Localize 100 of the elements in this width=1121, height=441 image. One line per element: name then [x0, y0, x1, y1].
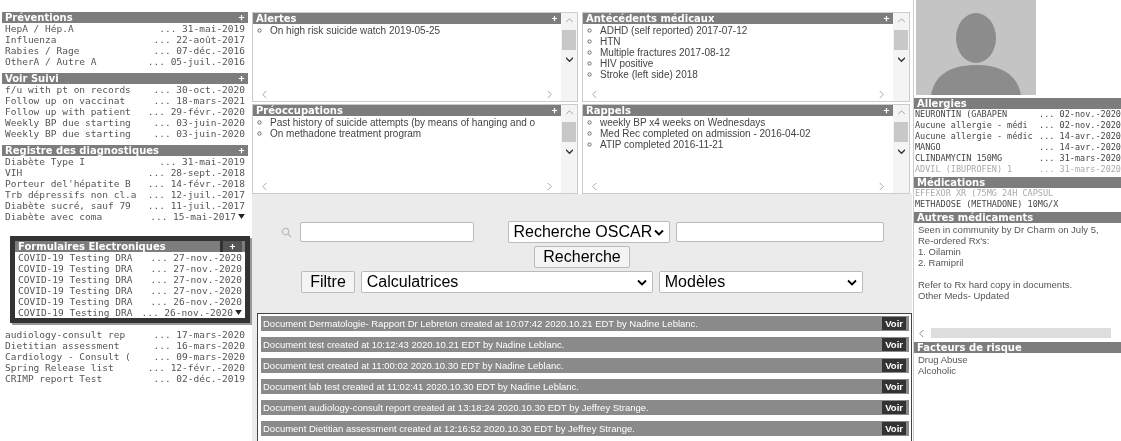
search-button[interactable]: Recherche [534, 246, 630, 268]
allergy-item[interactable]: NEURONTIN (GABAPEN [915, 109, 1040, 120]
scroll-thumb[interactable] [562, 122, 576, 142]
chevron-down-icon [636, 278, 647, 286]
list-item-link[interactable]: audiology-consult rep [5, 329, 154, 340]
scroll-thumb[interactable] [931, 328, 1111, 338]
scroll-right-icon[interactable] [546, 182, 553, 190]
bullet-icon [587, 50, 592, 55]
bullet-icon [587, 28, 592, 33]
list-item-link[interactable]: VIH [5, 167, 148, 178]
list-item-link[interactable]: COVID-19 Testing DRA [18, 285, 151, 296]
vertical-scrollbar[interactable] [893, 13, 909, 101]
list-item-link[interactable]: Spring Release list [5, 362, 148, 373]
item-date: ... 29-févr.-2020 [147, 106, 245, 117]
scroll-right-icon[interactable] [878, 182, 885, 190]
bullet-icon [257, 120, 262, 125]
list-item-link[interactable]: Cardiology - Consult ( [5, 351, 154, 362]
item-date: ... 27-nov.-2020 [150, 252, 242, 263]
list-item-link[interactable]: COVID-19 Testing DRA [18, 263, 151, 274]
templates-dropdown[interactable]: Modèles [658, 271, 863, 293]
filter-button[interactable]: Filtre [301, 271, 355, 293]
vertical-scrollbar[interactable] [893, 105, 909, 193]
search-term-field[interactable] [675, 222, 884, 242]
scroll-up-icon[interactable] [897, 109, 905, 116]
list-item-link[interactable]: Influenza [5, 34, 154, 45]
vertical-scrollbar[interactable] [561, 105, 577, 193]
scroll-up-icon[interactable] [565, 17, 573, 24]
list-item-link[interactable]: OtherA / Autre A [5, 56, 148, 67]
calculators-dropdown[interactable]: Calculatrices [360, 271, 653, 293]
list-item: HTN [600, 36, 621, 47]
scroll-left-icon[interactable] [918, 329, 925, 337]
allergy-item[interactable]: MANGO [915, 142, 1040, 153]
item-date: ... 31-mai-2019 [159, 156, 245, 167]
scroll-left-icon[interactable] [261, 182, 268, 190]
section-title: Formulaires Electroniques [18, 241, 166, 252]
list-item-link[interactable]: CRIMP report Test [5, 373, 154, 384]
vertical-scrollbar[interactable] [561, 13, 577, 101]
list-item-link[interactable]: f/u with pt on records [5, 84, 154, 95]
item-date: ... 07-déc.-2016 [153, 45, 245, 56]
search-scope-dropdown[interactable]: Recherche OSCAR [507, 221, 670, 243]
medication-item[interactable]: METHADOSE (METHADONE) 10MG/X [915, 199, 1121, 210]
item-date: ... 26-nov.-2020 [141, 307, 233, 318]
scroll-down-icon[interactable] [238, 214, 245, 219]
scroll-left-icon[interactable] [591, 182, 598, 190]
list-item-link[interactable]: COVID-19 Testing DRA [18, 307, 142, 318]
list-item-link[interactable]: Weekly BP due starting [5, 117, 154, 128]
item-date: ... 31-mai-2019 [159, 23, 245, 34]
list-item-link[interactable]: Diabète Type I [5, 156, 160, 167]
list-item-link[interactable]: Porteur del'hépatite B [5, 178, 148, 189]
view-button[interactable]: Voir [882, 317, 906, 330]
list-item-link[interactable]: Follow up with patient [5, 106, 148, 117]
item-date: ... 18-mars-2021 [153, 95, 245, 106]
scroll-down-icon[interactable] [897, 56, 905, 63]
list-item-link[interactable]: Follow up on vaccinat [5, 95, 154, 106]
scroll-right-icon[interactable] [546, 90, 553, 98]
scroll-thumb[interactable] [894, 122, 908, 142]
scroll-left-icon[interactable] [591, 90, 598, 98]
list-item-link[interactable]: Weekly BP due starting [5, 128, 154, 139]
view-button[interactable]: Voir [882, 338, 906, 351]
list-item-link[interactable]: Diabète avec coma [5, 211, 151, 222]
view-button[interactable]: Voir [882, 380, 906, 393]
view-button[interactable]: Voir [882, 401, 906, 414]
note-line: Refer to Rx hard copy in documents. [918, 279, 1074, 290]
view-button[interactable]: Voir [882, 359, 906, 372]
scroll-up-icon[interactable] [565, 109, 573, 116]
document-message: Document audiology-consult report created at 13:18:24 2020.10.30 EDT by Jeffrey Strange. [262, 402, 649, 413]
section-title: Voir Suivi [5, 73, 59, 84]
bullet-icon [587, 142, 592, 147]
list-item: Multiple fractures 2017-08-12 [600, 47, 731, 58]
list-item-link[interactable]: Dietitian assessment [5, 340, 154, 351]
scroll-thumb[interactable] [562, 30, 576, 50]
item-date: ... 22-août-2017 [153, 34, 245, 45]
list-item-link[interactable]: COVID-19 Testing DRA [18, 274, 151, 285]
list-item-link[interactable]: COVID-19 Testing DRA [18, 296, 151, 307]
allergy-item[interactable]: CLINDAMYCIN 150MG [915, 153, 1040, 164]
allergy-item[interactable]: Aucune allergie - médic [915, 131, 1040, 142]
item-date: ... 11-juil.-2017 [147, 200, 245, 211]
panel-title: Alertes [256, 13, 297, 24]
panel-title: Rappels [586, 105, 631, 116]
list-item-link[interactable]: Diabète sucré, sauf 79 [5, 200, 148, 211]
scroll-down-icon[interactable] [565, 148, 573, 155]
scroll-up-icon[interactable] [897, 17, 905, 24]
scroll-left-icon[interactable] [261, 90, 268, 98]
scroll-down-icon[interactable] [897, 148, 905, 155]
item-date: ... 31-mars-2020 [1039, 164, 1121, 175]
scroll-down-icon[interactable] [235, 310, 242, 315]
list-item-link[interactable]: COVID-19 Testing DRA [18, 252, 151, 263]
search-field[interactable] [299, 222, 474, 242]
item-date: ... 16-mars-2020 [153, 340, 245, 351]
list-item-link[interactable]: Rabies / Rage [5, 45, 154, 56]
risk-factor: Drug Abuse [918, 354, 969, 365]
list-item-link[interactable]: HepA / Hép.A [5, 23, 160, 34]
item-date: ... 28-sept.-2018 [147, 167, 245, 178]
scroll-down-icon[interactable] [565, 56, 573, 63]
list-item-link[interactable]: Trb dépressifs non cl.a [5, 189, 148, 200]
view-button[interactable]: Voir [882, 422, 906, 435]
scroll-right-icon[interactable] [878, 90, 885, 98]
add-icon[interactable] [220, 241, 242, 252]
allergy-item[interactable]: Aucune allergie - médi [915, 120, 1040, 131]
scroll-thumb[interactable] [894, 30, 908, 50]
